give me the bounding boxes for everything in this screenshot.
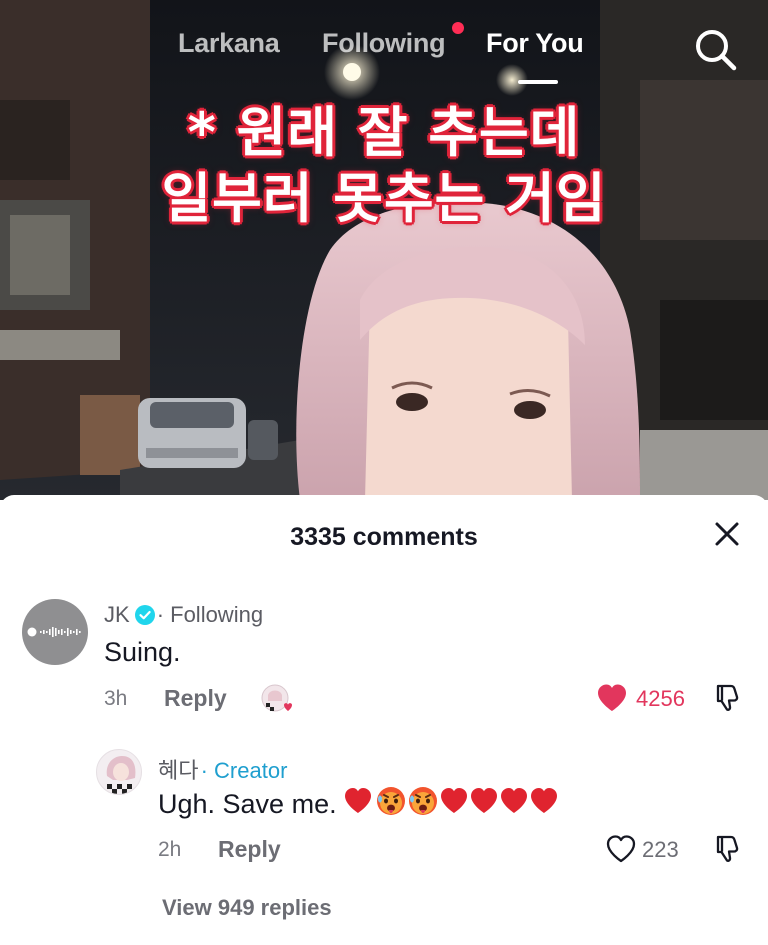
avatar[interactable] xyxy=(96,749,142,795)
view-replies-button[interactable]: View 949 replies xyxy=(162,895,332,921)
red-heart-icon xyxy=(344,788,371,813)
close-icon[interactable] xyxy=(712,519,742,549)
comment-author[interactable]: 혜다 xyxy=(158,758,198,783)
red-heart-icon xyxy=(500,788,527,813)
avatar-image xyxy=(106,756,136,794)
active-tab-indicator xyxy=(518,80,558,84)
search-icon[interactable] xyxy=(692,26,738,72)
like-heart-outline-icon[interactable] xyxy=(605,834,637,864)
tab-following[interactable]: Following xyxy=(322,28,446,59)
top-nav: Larkana Following For You xyxy=(0,22,768,84)
hot-face-icon xyxy=(408,787,437,815)
video-caption: * 원래 잘 추는데 일부러 못추는 거임 xyxy=(0,100,768,232)
emoji-sequence xyxy=(344,787,557,815)
like-heart-icon[interactable] xyxy=(596,683,628,713)
tab-for-you[interactable]: For You xyxy=(486,28,584,59)
emoji-row xyxy=(343,785,559,824)
tab-larkana[interactable]: Larkana xyxy=(178,28,280,59)
caption-line-1: * 원래 잘 추는데 xyxy=(187,101,581,164)
following-tag: · Following xyxy=(156,602,264,627)
caption-line-2: 일부러 못추는 거임 xyxy=(161,167,607,230)
verified-badge-icon xyxy=(134,605,155,625)
red-heart-icon xyxy=(440,788,467,813)
reply-button[interactable]: Reply xyxy=(164,685,227,712)
comment-time: 3h xyxy=(104,687,128,710)
red-heart-icon xyxy=(470,788,497,813)
comment-time: 2h xyxy=(158,838,182,861)
dislike-icon[interactable] xyxy=(714,834,742,864)
video-frame xyxy=(0,0,768,500)
like-count: 223 xyxy=(642,837,679,862)
creator-tag: · Creator xyxy=(200,758,288,783)
comments-count-title: 3335 comments xyxy=(290,523,478,551)
red-heart-icon xyxy=(530,788,557,813)
like-count: 4256 xyxy=(636,686,685,711)
video-player[interactable]: * 원래 잘 추는데 일부러 못추는 거임 Larkana Following … xyxy=(0,0,768,500)
comment-text-row: Ugh. Save me. xyxy=(158,785,559,824)
avatar[interactable] xyxy=(22,599,88,665)
comment-author[interactable]: JK xyxy=(104,602,130,627)
comment-text: Suing. xyxy=(104,637,181,667)
spotify-code-icon xyxy=(27,627,81,637)
creator-liked-icon xyxy=(261,684,292,712)
notification-dot xyxy=(452,22,464,34)
comment-author-row: 혜다 · Creator xyxy=(158,753,287,785)
dislike-icon[interactable] xyxy=(714,683,742,713)
hot-face-icon xyxy=(376,787,405,815)
comments-sheet: 3335 comments JK · Following Suing. 3h R… xyxy=(0,495,768,945)
reply-button[interactable]: Reply xyxy=(218,836,281,863)
comment-text: Ugh. Save me. xyxy=(158,789,337,819)
comment-author-row: JK · Following xyxy=(104,602,263,628)
